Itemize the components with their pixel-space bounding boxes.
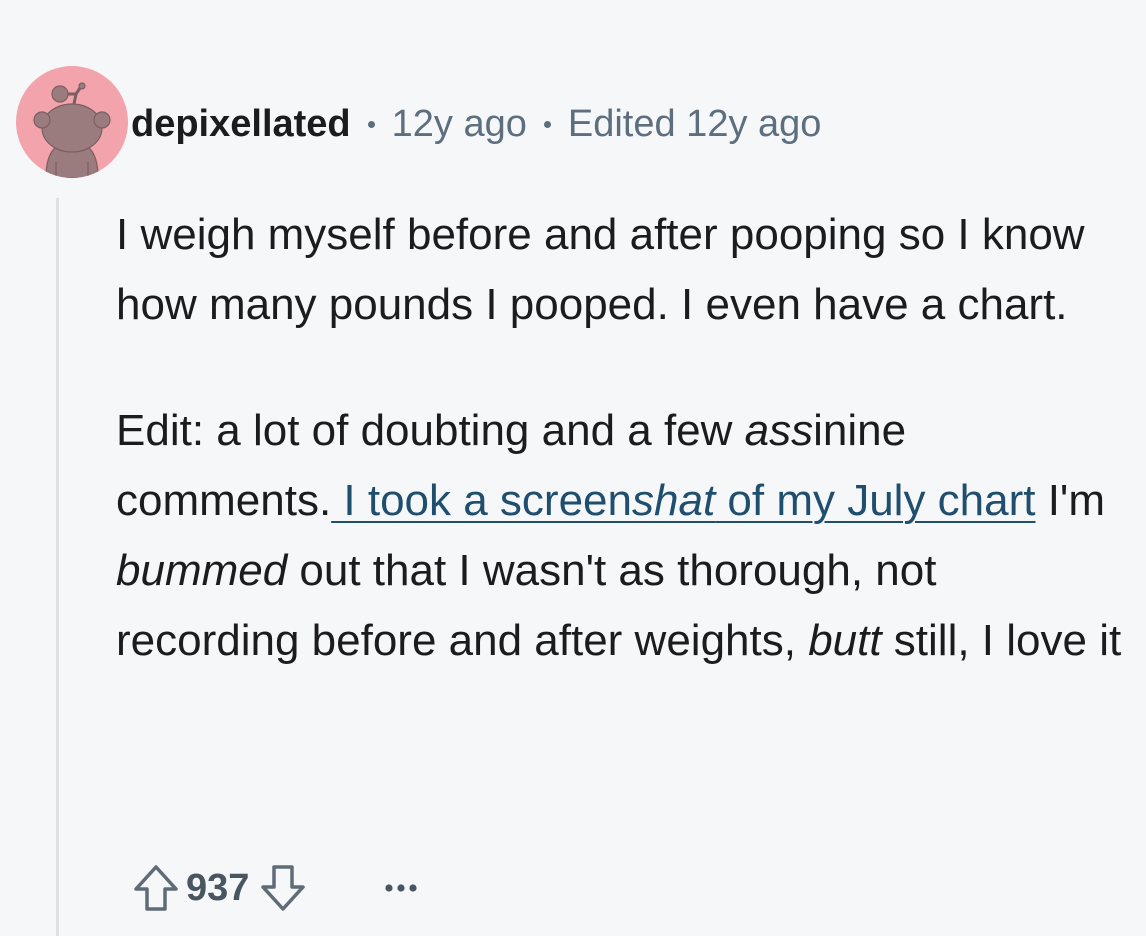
more-options-icon [385,884,418,892]
body-text: still, I love it [881,616,1122,665]
comment-paragraph: I weigh myself before and after pooping … [116,210,1085,329]
downvote-button[interactable] [253,858,313,918]
thread-line[interactable] [56,198,59,936]
comment-header: depixellated 12y ago Edited 12y ago [131,100,821,148]
comment-actions: 937 [126,858,419,918]
author-avatar[interactable] [16,66,128,178]
body-italic-text: butt [808,616,882,665]
comment-body: I weigh myself before and after pooping … [116,200,1126,676]
link-text: I took a screen [331,476,632,525]
comment-paragraph-edit: Edit: a lot of doubting and a few assini… [116,396,1126,676]
vote-score: 937 [186,866,250,909]
edited-timestamp: Edited 12y ago [567,103,822,145]
body-italic-text: ass [744,406,814,455]
author-username[interactable]: depixellated [131,100,351,148]
link-text: of my July chart [715,476,1036,525]
body-italic-text: bummed [116,546,288,595]
more-options-button[interactable] [383,858,419,918]
upvote-button[interactable] [126,858,186,918]
separator-dot [367,120,375,128]
link-italic-text: shat [632,476,716,525]
snoo-avatar-icon [16,66,128,178]
body-text: Edit: a lot of doubting and a few [116,406,745,455]
separator-dot [543,120,551,128]
body-text: I'm [1035,476,1105,525]
screenshot-link[interactable]: I took a screenshat of my July chart [331,476,1035,525]
comment-timestamp: 12y ago [391,103,527,145]
downvote-arrow-icon [261,865,306,911]
upvote-arrow-icon [134,865,178,911]
